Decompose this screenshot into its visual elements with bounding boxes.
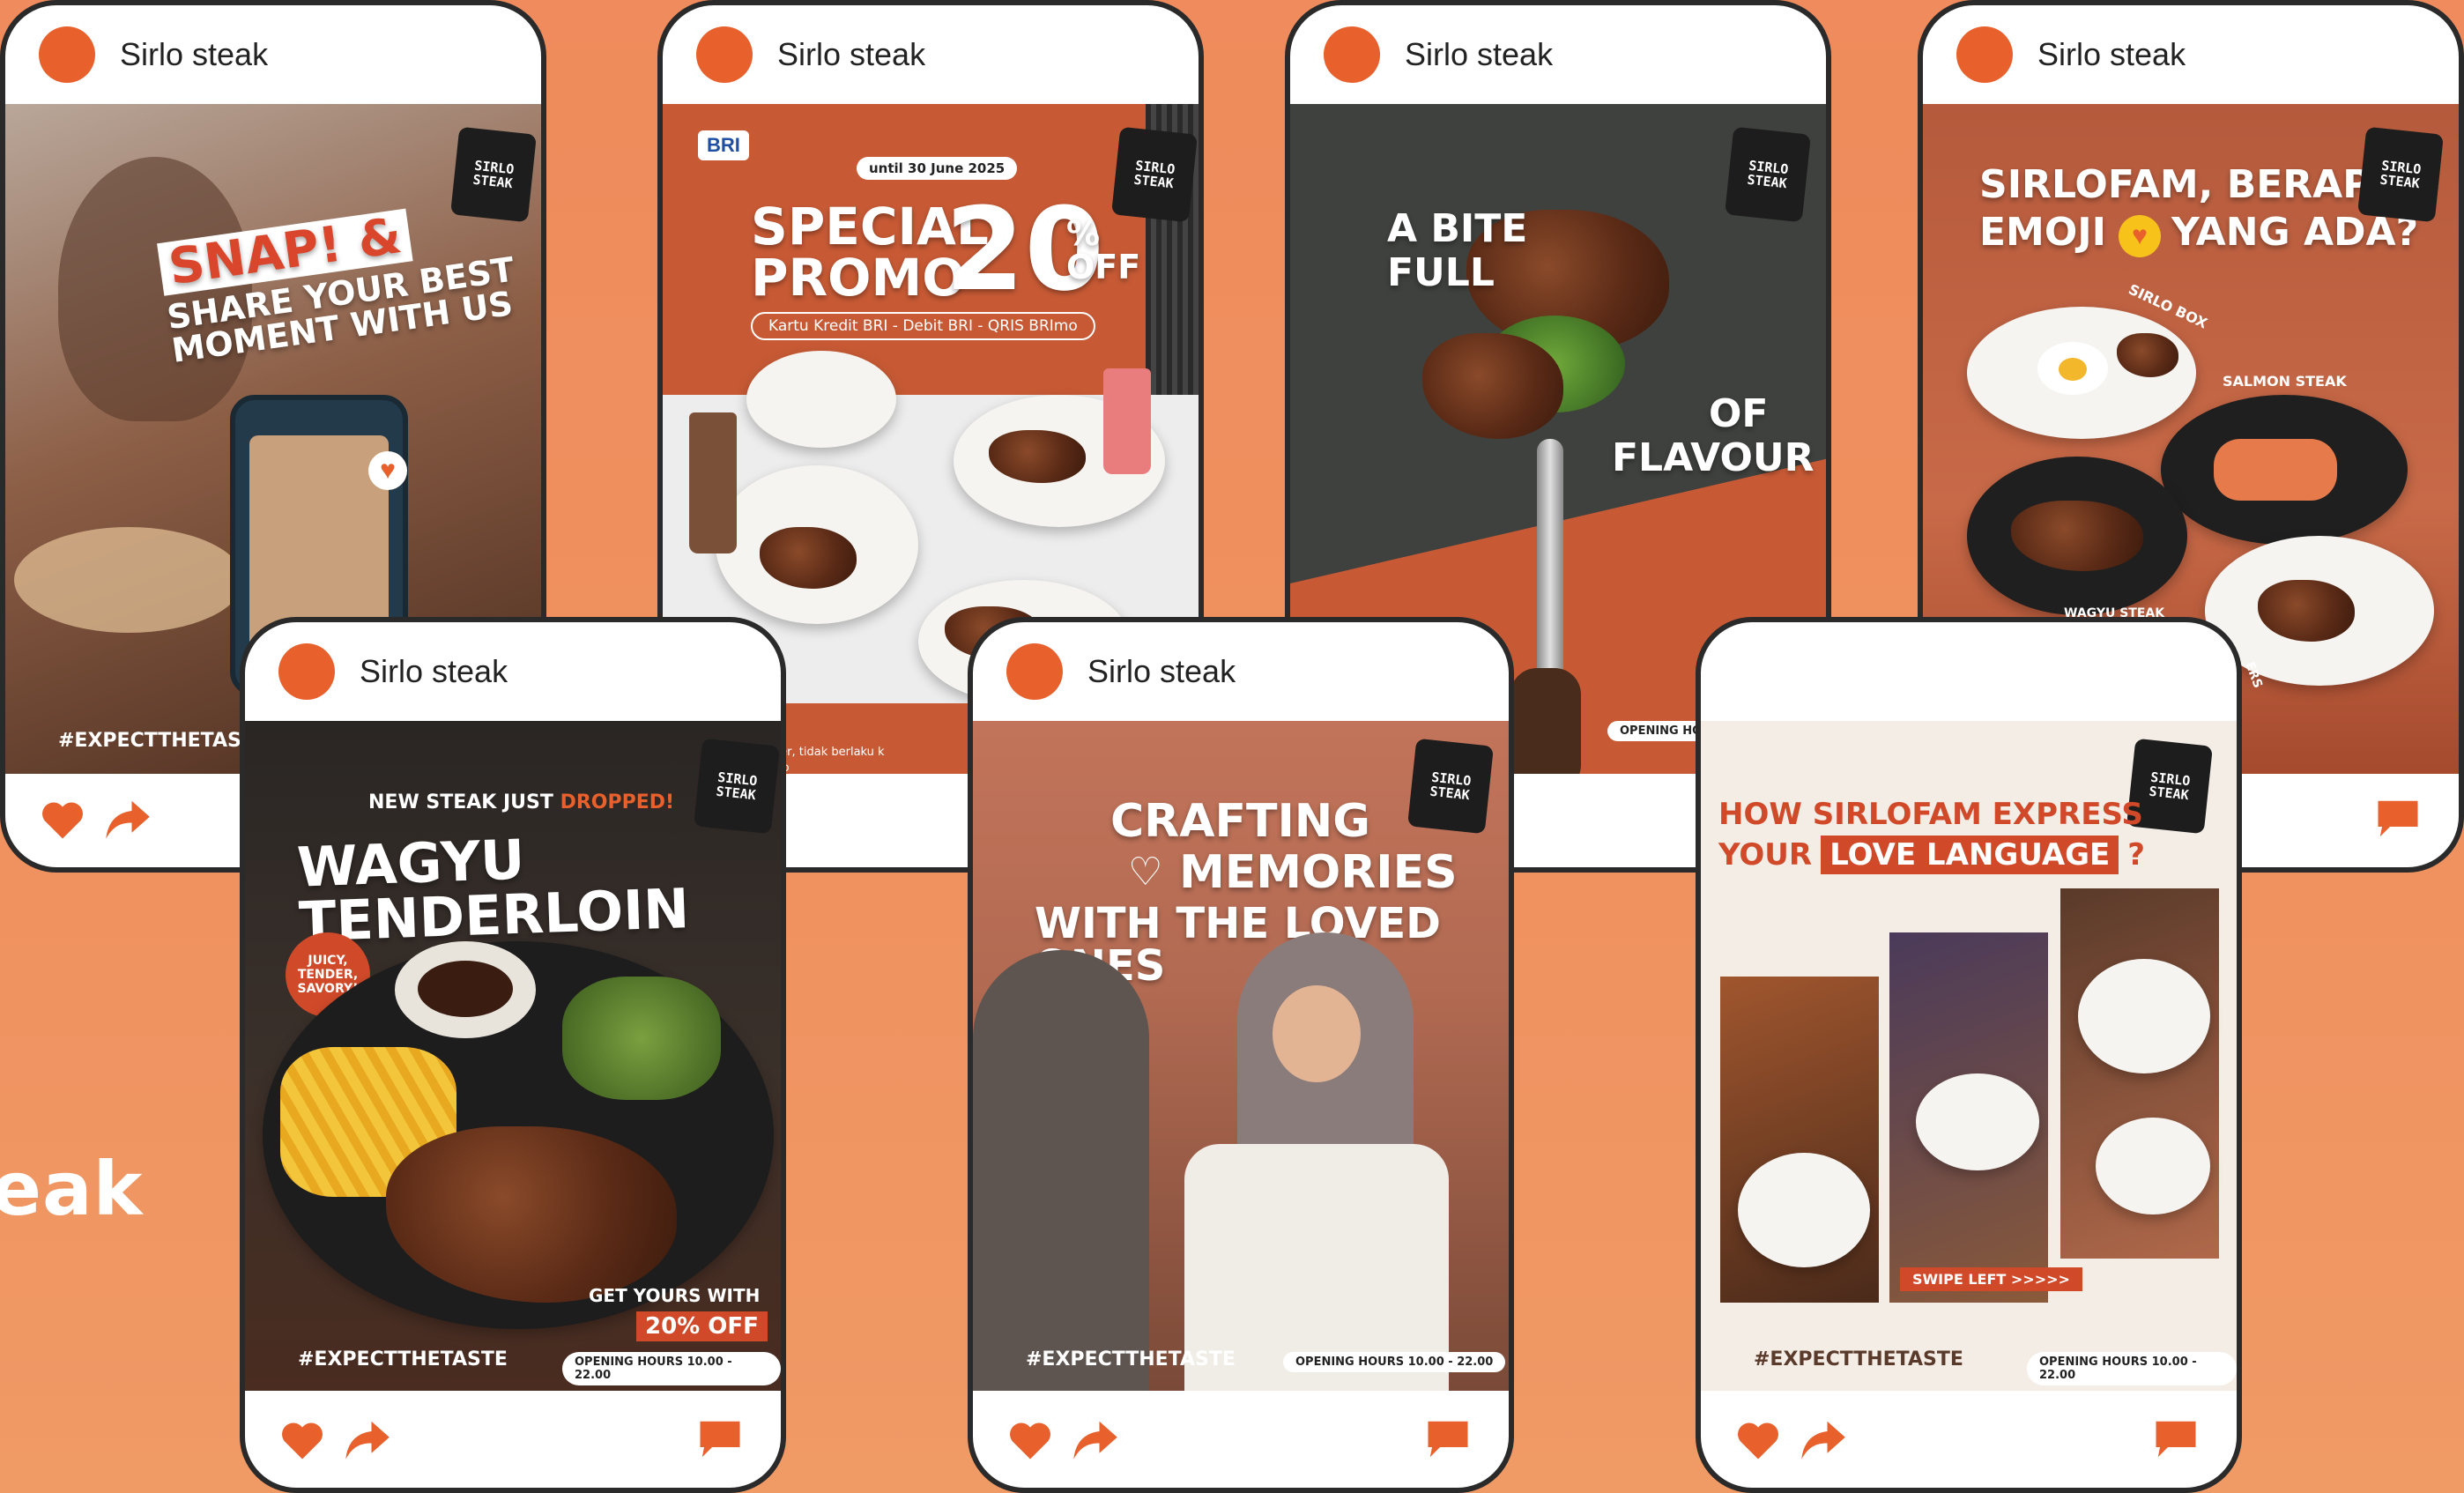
comment-icon[interactable] — [2152, 1417, 2200, 1461]
poster-line: FLAVOUR — [1612, 435, 1815, 480]
comment-icon[interactable] — [1424, 1417, 1472, 1461]
poster-line: A BITE — [1387, 206, 1528, 251]
avatar[interactable] — [1956, 26, 2013, 83]
avatar[interactable] — [696, 26, 753, 83]
post-header: Sirlo steak — [1923, 5, 2459, 104]
avatar[interactable] — [1006, 643, 1063, 700]
poster-line: YOUR LOVE LANGUAGE ? — [1718, 836, 2146, 874]
fried-egg — [2037, 342, 2108, 395]
post-card-love-language[interactable]: SIRLO STEAK HOW SIRLOFAM EXPRESS YOUR LO… — [1696, 617, 2242, 1493]
heart-outline-icon: ♡ — [1128, 850, 1163, 894]
swipe-left-button: SWIPE LEFT >>>>> — [1900, 1267, 2082, 1291]
share-arrow-icon[interactable] — [1800, 1417, 1847, 1461]
heart-icon[interactable] — [1006, 1417, 1054, 1461]
opening-hours: OPENING HOURS 10.00 - 22.00 — [2027, 1352, 2237, 1385]
poster-line: FULL — [1387, 250, 1495, 295]
share-arrow-icon[interactable] — [1072, 1417, 1119, 1461]
drink-glass — [689, 412, 737, 553]
account-name[interactable]: Sirlo steak — [1087, 653, 1236, 690]
poster-kicker: NEW STEAK JUST DROPPED! — [368, 791, 675, 813]
heart-icon[interactable] — [278, 1417, 326, 1461]
opening-hours: OPENING HOURS 10.00 - 22.00 — [562, 1352, 781, 1385]
poster-line: OF — [1709, 391, 1769, 436]
account-name[interactable]: Sirlo steak — [1405, 36, 1553, 73]
poster-line: HOW SIRLOFAM EXPRESS — [1718, 797, 2143, 832]
steak-bite — [1422, 333, 1563, 439]
post-actions — [245, 1396, 781, 1488]
post-header: Sirlo steak — [245, 622, 781, 721]
cta-discount: 20% OFF — [636, 1311, 768, 1341]
post-image[interactable]: SIRLO STEAK HOW SIRLOFAM EXPRESS YOUR LO… — [1701, 721, 2237, 1391]
person-face — [1273, 985, 1361, 1082]
payment-methods: Kartu Kredit BRI - Debit BRI - QRIS BRIm… — [751, 312, 1095, 340]
share-arrow-icon[interactable] — [344, 1417, 391, 1461]
hashtag: #EXPECTTHETASTE — [58, 730, 268, 752]
person-back — [973, 950, 1149, 1391]
poster-line: CRAFTING — [1110, 795, 1370, 848]
heart-icon[interactable] — [1734, 1417, 1782, 1461]
account-name[interactable]: Sirlo steak — [120, 36, 268, 73]
side-caption: eak — [0, 1146, 144, 1232]
comment-icon[interactable] — [696, 1417, 744, 1461]
heart-emoji-icon: ♥ — [2119, 215, 2161, 257]
post-card-crafting-memories[interactable]: Sirlo steak SIRLO STEAK CRAFTING ♡ MEMOR… — [968, 617, 1514, 1493]
sirlo-logo: SIRLO STEAK — [2357, 126, 2444, 223]
sirlo-logo: SIRLO STEAK — [694, 738, 780, 835]
sauce-bowl — [395, 941, 536, 1038]
promo-title: SPECIAL PROMO — [751, 197, 989, 308]
plate — [2096, 1118, 2210, 1214]
plate — [746, 351, 896, 448]
plate — [2078, 959, 2210, 1073]
sirlo-logo: SIRLO STEAK — [1725, 126, 1811, 223]
bri-badge: BRI — [698, 130, 749, 160]
hashtag: #EXPECTTHETASTE — [298, 1348, 508, 1370]
account-name[interactable]: Sirlo steak — [777, 36, 925, 73]
post-header: Sirlo steak — [1290, 5, 1826, 104]
poster-title: WAGYU TENDERLOIN — [295, 827, 691, 954]
cta-text: GET YOURS WITH — [589, 1285, 761, 1306]
blurred-plate — [14, 527, 243, 633]
comment-icon[interactable] — [2374, 797, 2422, 841]
post-actions — [1701, 1396, 2237, 1488]
sirlo-logo: SIRLO STEAK — [1407, 738, 1494, 835]
hashtag: #EXPECTTHETASTE — [1026, 1348, 1236, 1370]
post-header: Sirlo steak — [5, 5, 541, 104]
post-image[interactable]: SIRLO STEAK NEW STEAK JUST DROPPED! WAGY… — [245, 721, 781, 1391]
account-name[interactable]: Sirlo steak — [2037, 36, 2186, 73]
poster-line: MEMORIES — [1179, 846, 1458, 899]
plate — [1738, 1153, 1870, 1267]
post-image[interactable]: SIRLO STEAK CRAFTING ♡ MEMORIES WITH THE… — [973, 721, 1509, 1391]
salmon — [2214, 439, 2337, 501]
dish-label: SALMON STEAK — [2223, 373, 2347, 390]
sirlo-logo: SIRLO STEAK — [1111, 126, 1198, 223]
heart-icon[interactable] — [39, 797, 86, 841]
promo-discount-suffix: % OFF — [1066, 214, 1141, 286]
post-header — [1701, 622, 2237, 721]
avatar[interactable] — [1324, 26, 1380, 83]
post-actions — [973, 1396, 1509, 1488]
post-card-wagyu-tenderloin[interactable]: Sirlo steak SIRLO STEAK NEW STEAK JUST D… — [240, 617, 786, 1493]
heart-icon: ♥ — [368, 451, 407, 490]
green-beans — [562, 977, 721, 1100]
photo-panel — [2060, 888, 2219, 1259]
photo-panel — [1889, 932, 2048, 1303]
fork-handle — [1510, 668, 1581, 774]
opening-hours: OPENING HOURS 10.00 - 22.00 — [1283, 1352, 1506, 1372]
hashtag: #EXPECTTHETASTE — [1754, 1348, 1963, 1370]
drink-glass — [1103, 368, 1151, 474]
account-name[interactable]: Sirlo steak — [360, 653, 508, 690]
avatar[interactable] — [278, 643, 335, 700]
poster-line: SIRLOFAM, BERAPA — [1979, 162, 2398, 207]
post-header: Sirlo steak — [663, 5, 1199, 104]
share-arrow-icon[interactable] — [104, 797, 152, 841]
poster-line: EMOJI — [1979, 210, 2106, 255]
avatar[interactable] — [39, 26, 95, 83]
promo-validity: until 30 June 2025 — [857, 157, 1018, 180]
poster-line: YANG ADA? — [2171, 210, 2419, 255]
sirlo-logo: SIRLO STEAK — [450, 126, 537, 223]
plate — [1916, 1073, 2039, 1170]
post-header: Sirlo steak — [973, 622, 1509, 721]
photo-panel — [1720, 977, 1879, 1303]
